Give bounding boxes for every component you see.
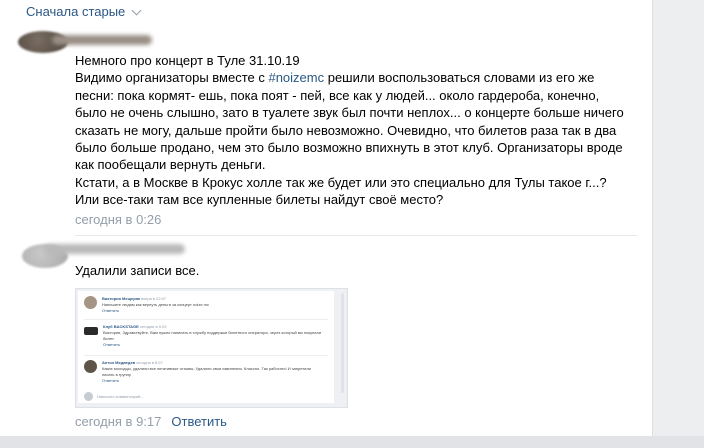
hashtag-link[interactable]: #noizemc [268,70,324,85]
mini-logo [84,327,98,335]
mini-avatar [84,392,93,401]
comment-line: Или все-таки там все купленные билеты на… [75,192,444,208]
comment-line: Удалили записи все. [75,263,200,278]
author-name[interactable] [45,244,185,254]
author-name[interactable] [52,35,152,45]
divider [75,235,637,236]
comment-line: как пообещали вернуть деньги. [75,157,266,173]
mini-comment: Клуб BACKSTAGE сегодня в 0:29 Виктория, … [84,324,323,348]
comment-line: было не очень слышно, зато в туалете зву… [75,105,624,121]
comment-time[interactable]: сегодня в 0:26 [75,212,161,227]
attached-screenshot[interactable]: Виктория Мещеряк вчера в 22:07 Напишите … [75,288,348,408]
screenshot-content: Виктория Мещеряк вчера в 22:07 Напишите … [78,291,334,403]
mini-divider [84,355,328,356]
mini-comment: Антон Медведев сегодня в 8:57 Какие моло… [84,360,322,384]
page-background [0,436,704,448]
comment-text: Немного про концерт в Туле 31.10.19 Види… [75,52,635,209]
mini-avatar [84,296,97,309]
mini-avatar [84,360,97,373]
sort-label: Сначала старые [26,4,126,19]
chevron-down-icon [131,5,142,15]
comment-line: Немного про концерт в Туле 31.10.19 [75,53,300,68]
comment-line: сказать не могу, дальше пройти было нево… [75,122,617,138]
mini-divider [84,319,328,320]
comments-panel: Сначала старые Немного про концерт в Тул… [0,0,653,436]
comment-meta: сегодня в 9:17 Ответить [75,414,227,429]
mini-comment: Виктория Мещеряк вчера в 22:07 Напишите … [84,296,322,314]
sort-dropdown[interactable]: Сначала старые [26,4,142,19]
comment-time[interactable]: сегодня в 9:17 [75,414,161,429]
mini-scrollbar [341,293,344,393]
comment-line: было больше продано, чем это было возмож… [75,140,623,156]
comment-meta: сегодня в 0:26 [75,212,161,227]
mini-comment-input: Написать комментарий... [84,392,144,401]
comment-line: песни: пока кормят- ешь, пока поят - пей… [75,87,600,103]
page-background [653,0,704,436]
comment-line: Кстати, а в Москве в Крокус холле так же… [75,174,607,190]
comment-text: Удалили записи все. [75,262,635,279]
comment-line: Видимо организаторы вместе с #noizemc ре… [75,70,595,86]
reply-button[interactable]: Ответить [171,414,227,429]
